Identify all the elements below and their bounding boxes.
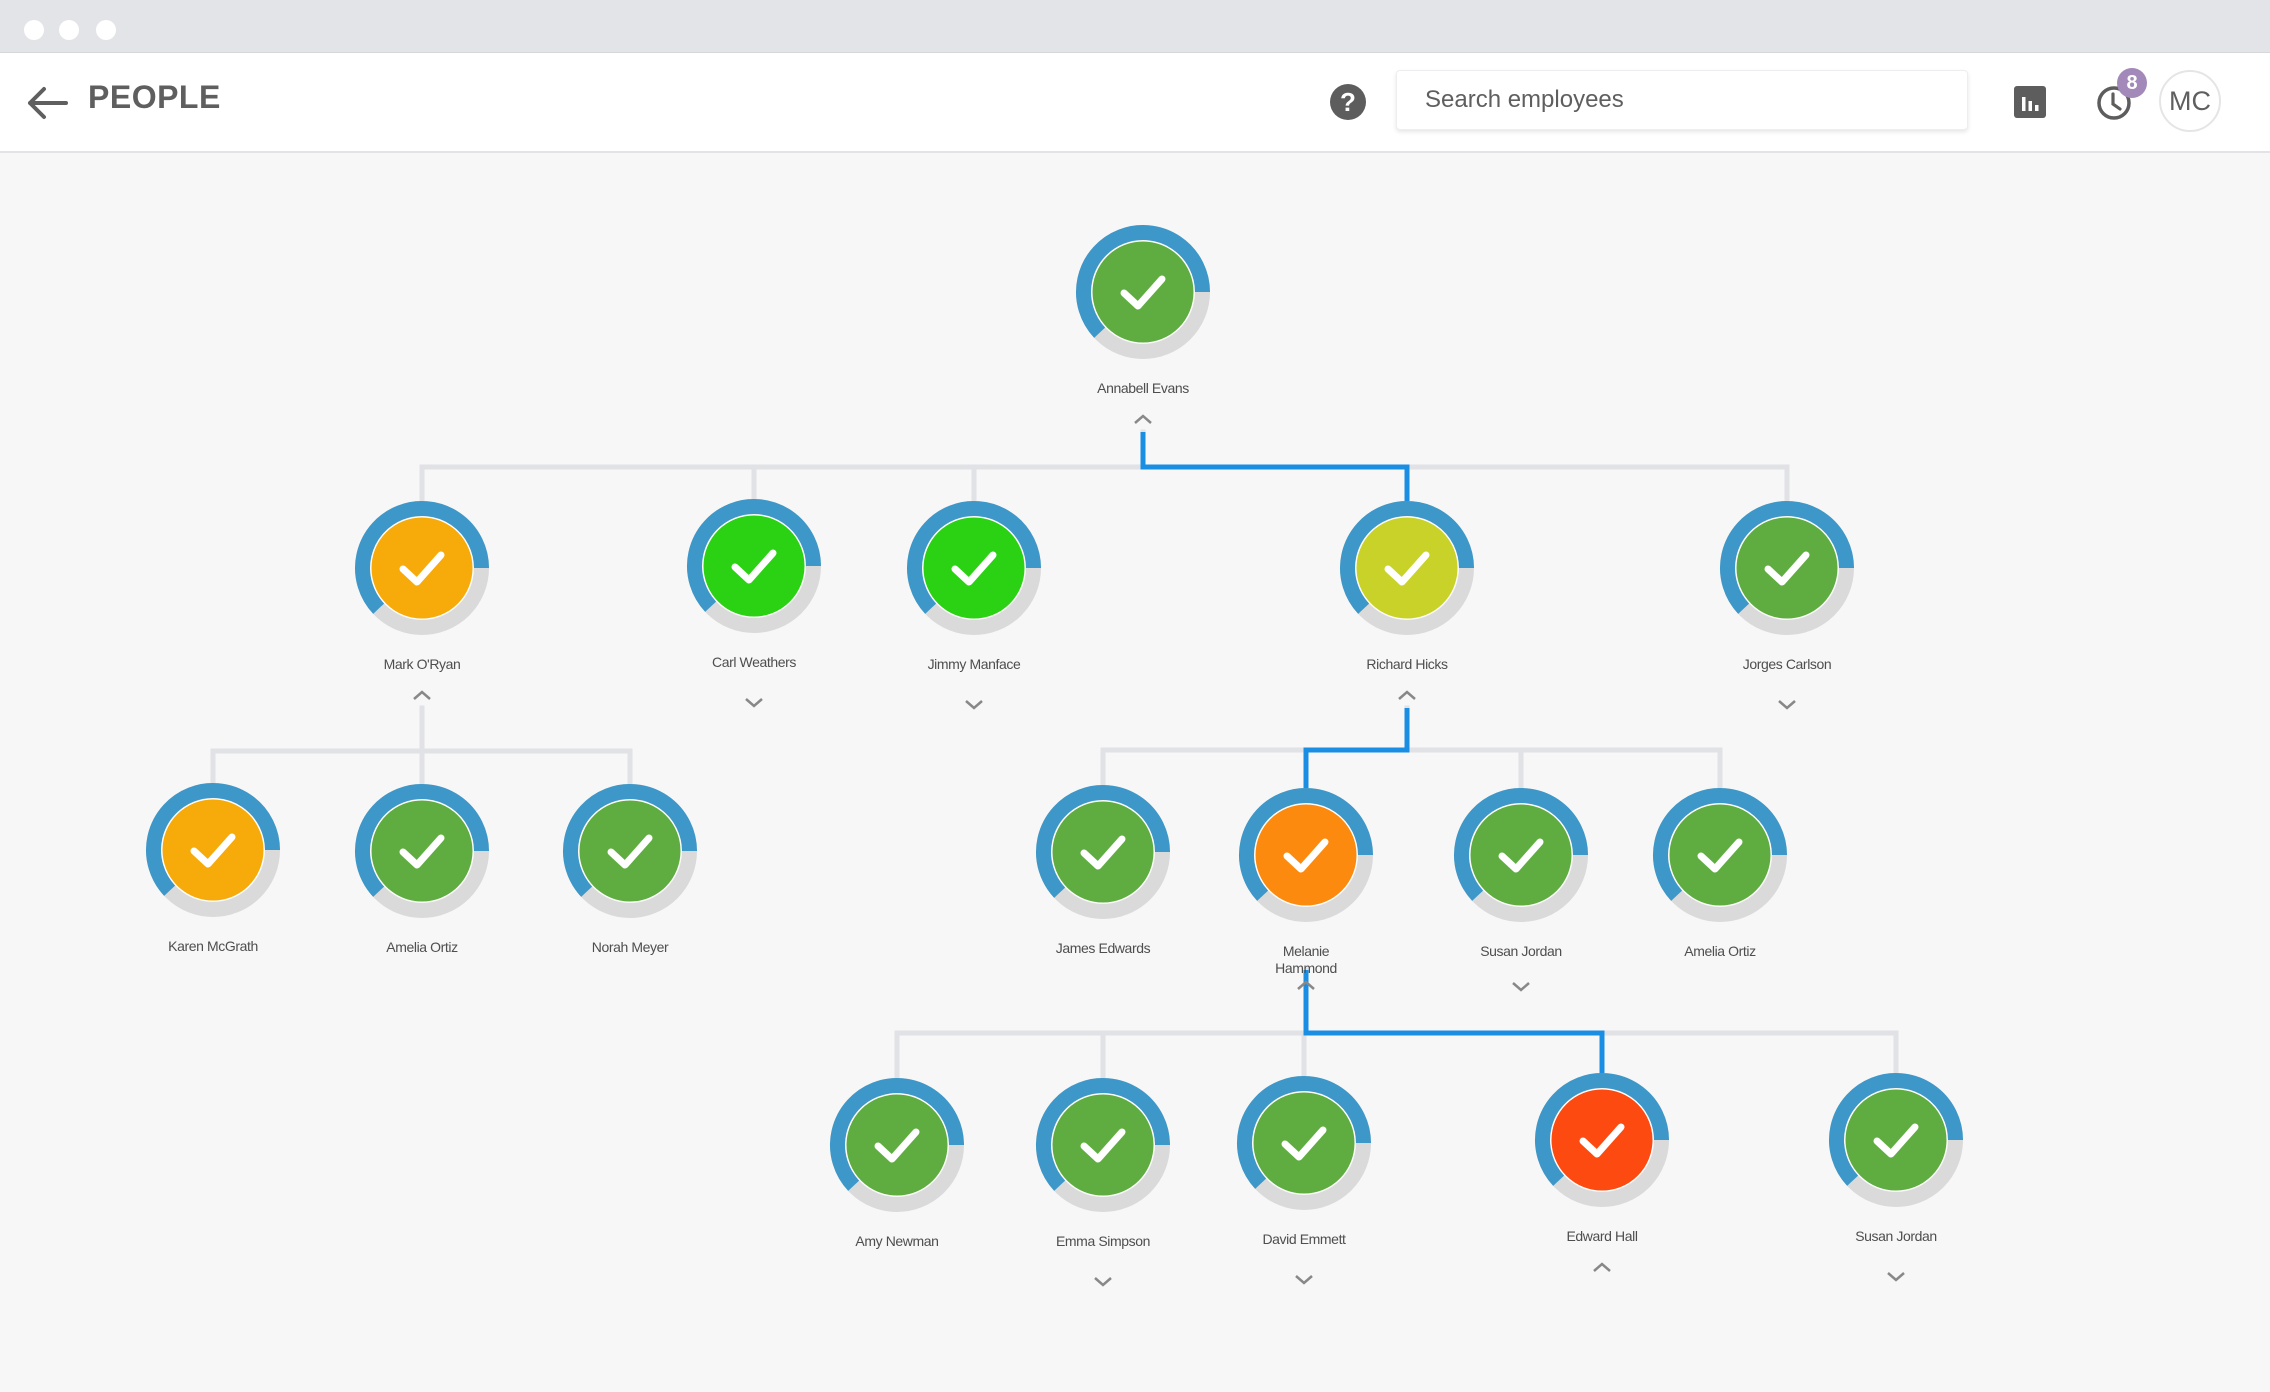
chevron-down-icon — [965, 700, 983, 710]
status-circle — [370, 799, 474, 903]
chevron-up-icon — [413, 690, 431, 700]
employee-node-richard-hicks[interactable] — [1340, 501, 1474, 635]
status-circle — [1051, 800, 1155, 904]
employee-name[interactable]: Jorges Carlson — [1707, 656, 1867, 673]
employee-node-james-edwards[interactable] — [1036, 785, 1170, 919]
chevron-up-icon — [1593, 1262, 1611, 1272]
employee-name[interactable]: Jimmy Manface — [894, 656, 1054, 673]
status-circle — [1735, 516, 1839, 620]
employee-node-jimmy-manface[interactable] — [907, 501, 1041, 635]
expand-toggle[interactable] — [1091, 1275, 1115, 1289]
employee-node-norah-meyer[interactable] — [563, 784, 697, 918]
status-circle — [922, 516, 1026, 620]
status-circle — [1254, 803, 1358, 907]
chevron-down-icon — [1778, 700, 1796, 710]
status-circle — [1051, 1093, 1155, 1197]
employee-name[interactable]: Annabell Evans — [1063, 380, 1223, 397]
employee-name[interactable]: Amelia Ortiz — [342, 939, 502, 956]
status-circle — [370, 516, 474, 620]
active-path-connector — [1303, 970, 1605, 1075]
chevron-up-icon — [1398, 690, 1416, 700]
employee-node-carl-weathers[interactable] — [687, 499, 821, 633]
chevron-down-icon — [745, 698, 763, 708]
expand-toggle[interactable] — [1775, 698, 1799, 712]
expand-toggle[interactable] — [1509, 980, 1533, 994]
status-circle — [702, 514, 806, 618]
status-circle — [161, 798, 265, 902]
employee-name[interactable]: Emma Simpson — [1023, 1233, 1183, 1250]
status-circle — [1355, 516, 1459, 620]
status-circle — [1844, 1088, 1948, 1192]
employee-node-david-emmett[interactable] — [1237, 1076, 1371, 1210]
active-path-connector — [1140, 432, 1410, 503]
status-circle — [578, 799, 682, 903]
org-chart-connectors — [146, 225, 1963, 1212]
expand-toggle[interactable] — [1292, 1273, 1316, 1287]
collapse-toggle[interactable] — [1590, 1260, 1614, 1274]
employee-node-jorges-carlson[interactable] — [1720, 501, 1854, 635]
employee-node-amy-newman[interactable] — [830, 1078, 964, 1212]
employee-node-karen-mcgrath[interactable] — [146, 783, 280, 917]
employee-node-mark-oryan[interactable] — [355, 501, 489, 635]
chevron-down-icon — [1094, 1277, 1112, 1287]
collapse-toggle[interactable] — [410, 688, 434, 702]
status-circle — [1668, 803, 1772, 907]
expand-toggle[interactable] — [1884, 1270, 1908, 1284]
org-chart: Annabell Evans Mark O'Ryan Carl Weathers Ji… — [0, 0, 2270, 1392]
employee-node-amelia-ortiz-2[interactable] — [1653, 788, 1787, 922]
employee-node-annabell-evans[interactable] — [1076, 225, 1210, 359]
chevron-down-icon — [1512, 982, 1530, 992]
status-circle — [1252, 1091, 1356, 1195]
employee-name[interactable]: Susan Jordan — [1441, 943, 1601, 960]
employee-name[interactable]: Norah Meyer — [550, 939, 710, 956]
employee-name[interactable]: Edward Hall — [1522, 1228, 1682, 1245]
employee-name[interactable]: Carl Weathers — [674, 654, 834, 671]
employee-node-amelia-ortiz-1[interactable] — [355, 784, 489, 918]
status-circle — [845, 1093, 949, 1197]
status-circle — [1091, 240, 1195, 344]
status-circle — [1469, 803, 1573, 907]
active-path-connector — [1303, 708, 1410, 790]
employee-name[interactable]: David Emmett — [1224, 1231, 1384, 1248]
chevron-up-icon — [1297, 980, 1315, 990]
chevron-up-icon — [1134, 414, 1152, 424]
employee-node-melanie-hammond[interactable] — [1239, 788, 1373, 922]
collapse-toggle[interactable] — [1294, 978, 1318, 992]
collapse-toggle[interactable] — [1395, 688, 1419, 702]
employee-name[interactable]: Melanie Hammond — [1271, 943, 1341, 977]
employee-node-emma-simpson[interactable] — [1036, 1078, 1170, 1212]
employee-name[interactable]: Richard Hicks — [1327, 656, 1487, 673]
expand-toggle[interactable] — [742, 696, 766, 710]
expand-toggle[interactable] — [962, 698, 986, 712]
employee-name[interactable]: James Edwards — [1023, 940, 1183, 957]
chevron-down-icon — [1295, 1275, 1313, 1285]
employee-node-susan-jordan-1[interactable] — [1454, 788, 1588, 922]
employee-name[interactable]: Mark O'Ryan — [342, 656, 502, 673]
employee-name[interactable]: Karen McGrath — [133, 938, 293, 955]
employee-name[interactable]: Amy Newman — [817, 1233, 977, 1250]
employee-node-susan-jordan-2[interactable] — [1829, 1073, 1963, 1207]
collapse-toggle[interactable] — [1131, 412, 1155, 426]
employee-node-edward-hall[interactable] — [1535, 1073, 1669, 1207]
status-circle — [1550, 1088, 1654, 1192]
employee-name[interactable]: Amelia Ortiz — [1640, 943, 1800, 960]
employee-name[interactable]: Susan Jordan — [1816, 1228, 1976, 1245]
chevron-down-icon — [1887, 1272, 1905, 1282]
